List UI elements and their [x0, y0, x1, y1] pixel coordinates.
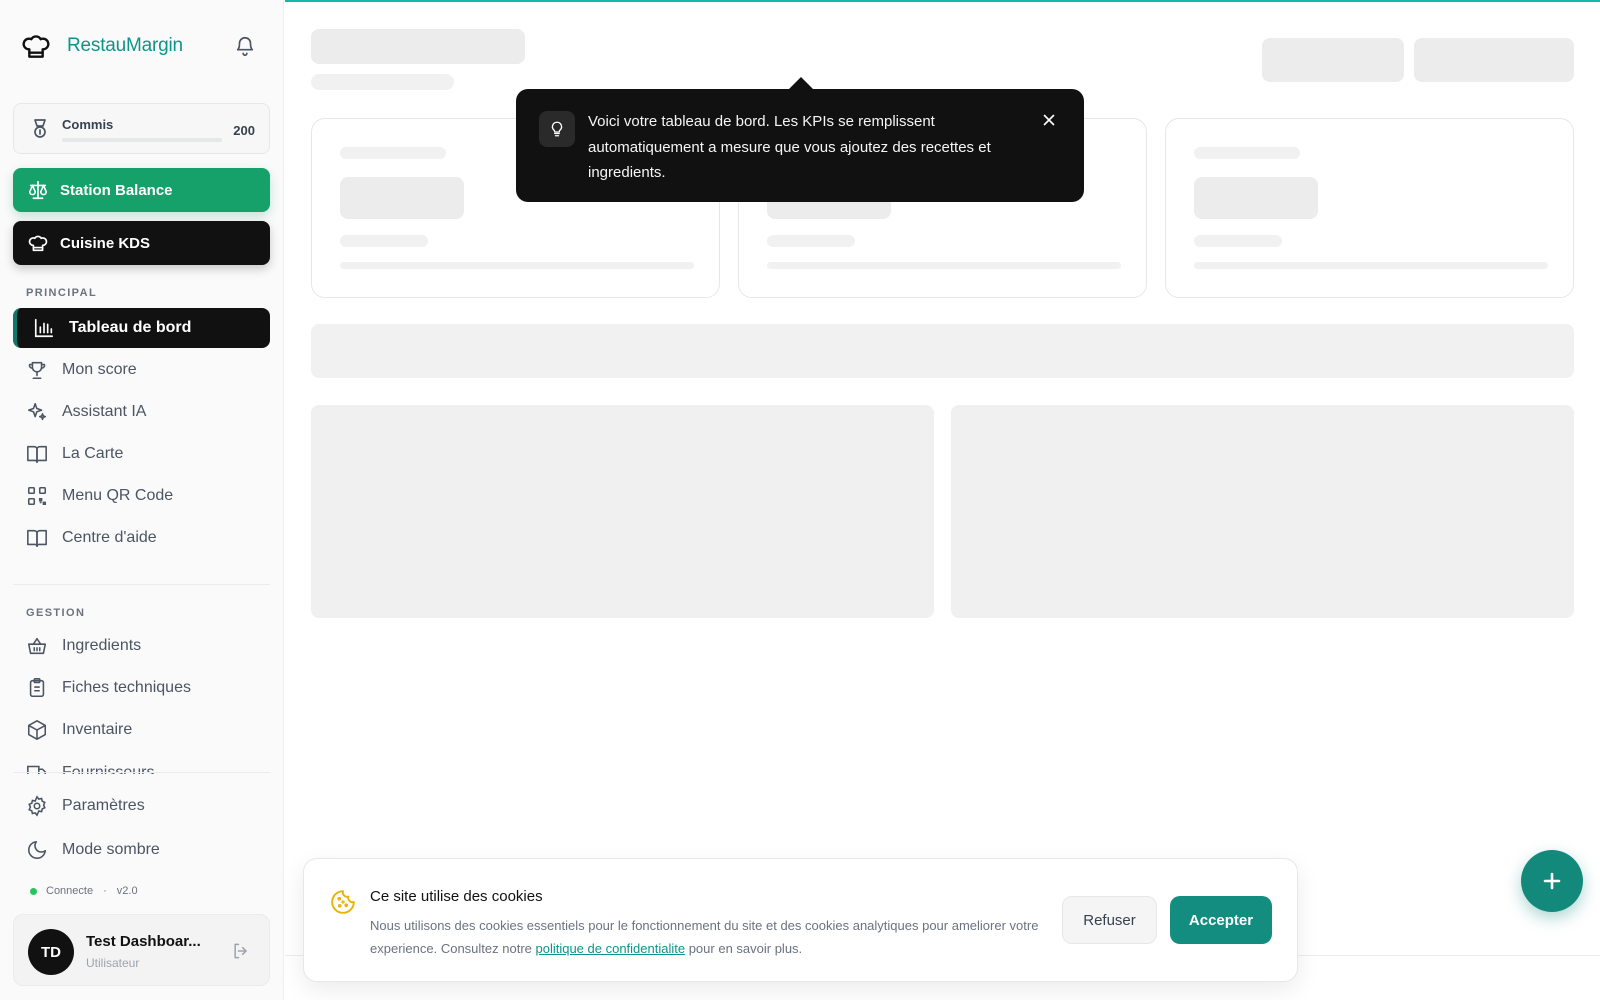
cookie-banner: Ce site utilise des cookies Nous utiliso…	[303, 858, 1298, 982]
nav-label: Paramètres	[62, 797, 145, 814]
skeleton-page-subtitle	[311, 74, 454, 90]
qr-code-icon	[27, 486, 47, 506]
skeleton-bar	[340, 262, 694, 269]
sidebar: RestauMargin Commis 200 Station Balance …	[0, 0, 284, 1000]
gear-icon	[28, 795, 46, 817]
nav-centre-aide[interactable]: Centre d'aide	[13, 518, 270, 558]
book-open-icon	[27, 529, 47, 548]
bell-icon[interactable]	[234, 35, 256, 57]
tooltip-text: Voici votre tableau de bord. Les KPIs se…	[588, 113, 991, 181]
nav-la-carte[interactable]: La Carte	[13, 434, 270, 474]
status-dot	[30, 887, 37, 895]
status-separator: ·	[103, 885, 107, 897]
scale-icon	[28, 180, 48, 200]
skeleton-line	[1194, 147, 1300, 159]
plus-icon	[1543, 872, 1561, 890]
sidebar-divider	[13, 772, 270, 773]
skeleton-value	[1194, 177, 1318, 219]
nav-ingredients[interactable]: Ingredients	[13, 626, 270, 666]
cookie-title: Ce site utilise des cookies	[370, 888, 543, 905]
nav-label: Mon score	[62, 361, 137, 378]
station-balance-button[interactable]: Station Balance	[13, 168, 270, 212]
version-label: v2.0	[116, 885, 138, 897]
chef-hat-icon	[28, 235, 48, 252]
nav-fiches-techniques[interactable]: Fiches techniques	[13, 668, 270, 708]
skeleton-line	[340, 147, 446, 159]
nav-parametres[interactable]: Paramètres	[13, 786, 270, 826]
skeleton-line	[767, 235, 855, 247]
nav-label: Inventaire	[62, 721, 133, 738]
skeleton-line	[1194, 235, 1282, 247]
connection-status: Connecte · v2.0	[30, 885, 138, 897]
skeleton-chart-panel	[311, 405, 934, 618]
top-progress-bar	[285, 0, 1600, 2]
nav-mode-sombre[interactable]: Mode sombre	[13, 830, 270, 870]
avatar: TD	[28, 929, 74, 975]
nav-label: Ingredients	[62, 637, 142, 654]
add-button[interactable]	[1521, 850, 1583, 912]
level-name: Commis	[62, 117, 114, 132]
skeleton-banner	[311, 324, 1574, 378]
user-role: Utilisateur	[86, 956, 140, 970]
book-open-icon	[27, 445, 47, 464]
skeleton-bar	[767, 262, 1121, 269]
user-card[interactable]: TD Test Dashboar... Utilisateur	[13, 914, 270, 986]
level-card[interactable]: Commis 200	[13, 103, 270, 154]
nav-label: Assistant IA	[62, 403, 147, 420]
skeleton-line	[340, 235, 428, 247]
skeleton-value	[340, 177, 464, 219]
connection-label: Connecte	[46, 885, 94, 897]
basket-icon	[27, 637, 47, 655]
skeleton-page-title	[311, 29, 525, 64]
nav-label: La Carte	[62, 445, 124, 462]
nav-label: Fiches techniques	[62, 679, 191, 696]
onboarding-tooltip: Voici votre tableau de bord. Les KPIs se…	[516, 77, 1084, 202]
bar-chart-icon	[34, 318, 54, 338]
skeleton-chart-panel	[951, 405, 1574, 618]
nav-tableau-de-bord[interactable]: Tableau de bord	[13, 308, 270, 348]
station-balance-label: Station Balance	[60, 181, 173, 199]
nav-menu-qr-code[interactable]: Menu QR Code	[13, 476, 270, 516]
nav-label: Menu QR Code	[62, 487, 174, 504]
section-gestion: GESTION	[26, 607, 86, 619]
cookie-text-after: pour en savoir plus.	[685, 940, 803, 956]
package-icon	[27, 720, 47, 740]
refuse-cookies-button[interactable]: Refuser	[1062, 896, 1157, 944]
brand[interactable]: RestauMargin	[20, 30, 183, 62]
level-points: 200	[233, 123, 255, 138]
cuisine-kds-button[interactable]: Cuisine KDS	[13, 221, 270, 265]
user-name: Test Dashboar...	[86, 933, 201, 950]
skeleton-header-button	[1414, 38, 1574, 82]
cookie-description: Nous utilisons des cookies essentiels po…	[370, 915, 1040, 960]
medal-icon	[34, 119, 46, 138]
brand-name: RestauMargin	[67, 35, 183, 56]
trophy-icon	[28, 361, 46, 380]
nav-label: Mode sombre	[62, 841, 160, 858]
accept-cookies-button[interactable]: Accepter	[1170, 896, 1272, 944]
logout-icon[interactable]	[231, 941, 251, 961]
lightbulb-icon	[539, 111, 575, 147]
level-progress-bar	[62, 138, 222, 142]
sparkles-icon	[27, 402, 47, 421]
nav-mon-score[interactable]: Mon score	[13, 350, 270, 390]
skeleton-bar	[1194, 262, 1548, 269]
chef-hat-icon	[22, 35, 50, 58]
moon-icon	[28, 840, 47, 859]
nav-inventaire[interactable]: Inventaire	[13, 710, 270, 750]
nav-label: Centre d'aide	[62, 529, 157, 546]
close-icon[interactable]	[1040, 111, 1058, 129]
kpi-card-skeleton	[1165, 118, 1574, 298]
skeleton-header-button	[1262, 38, 1404, 82]
cuisine-kds-label: Cuisine KDS	[60, 234, 151, 252]
privacy-policy-link[interactable]: politique de confidentialite	[535, 941, 685, 956]
nav-assistant-ia[interactable]: Assistant IA	[13, 392, 270, 432]
cookie-icon	[331, 890, 355, 914]
nav-label: Tableau de bord	[69, 319, 192, 336]
clipboard-icon	[29, 678, 45, 698]
section-principal: PRINCIPAL	[26, 287, 98, 299]
sidebar-divider	[13, 584, 270, 585]
